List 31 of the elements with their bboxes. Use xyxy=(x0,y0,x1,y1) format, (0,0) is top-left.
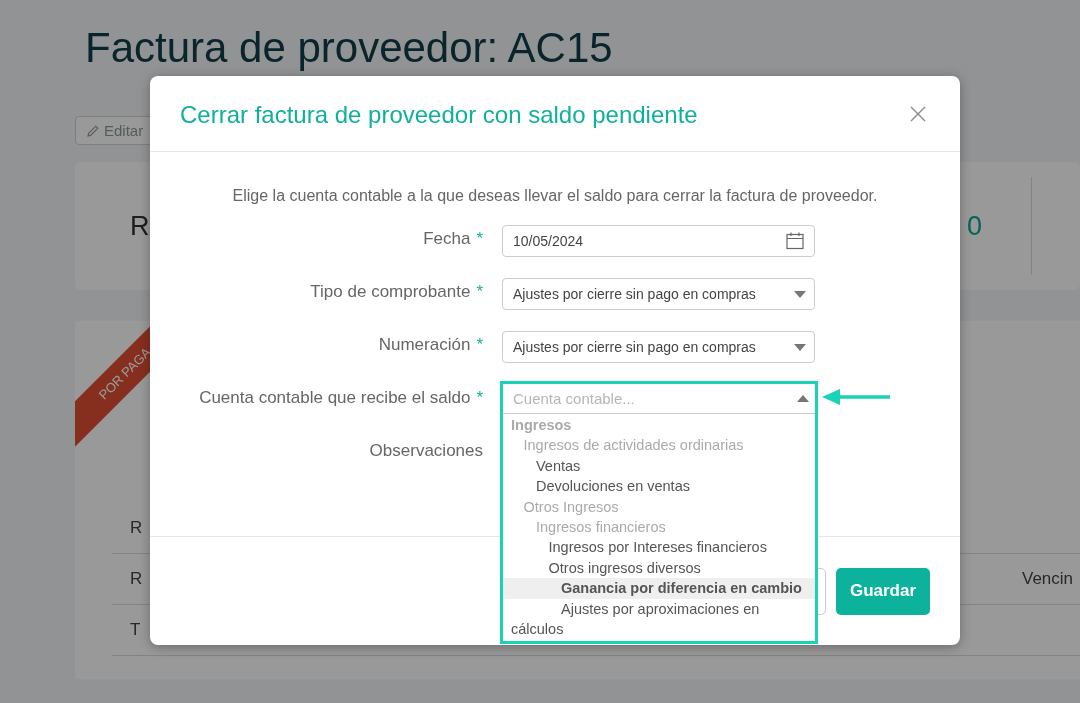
caret-down-icon xyxy=(794,343,806,351)
field-label: Tipo de comprobante xyxy=(310,281,471,303)
annotation-arrow-icon xyxy=(822,388,892,406)
dropdown-option: Ingresos xyxy=(503,415,815,436)
select-field[interactable]: Ajustes por cierre sin pago en compras xyxy=(502,278,815,310)
page-title: Factura de proveedor: AC15 xyxy=(85,23,614,73)
required-mark: * xyxy=(476,334,483,356)
dialog-instructions: Elige la cuenta contable a la que deseas llevar el saldo para cerrar la factura de proveedor. xyxy=(231,187,879,205)
row-label: R xyxy=(130,569,143,589)
required-mark: * xyxy=(476,228,483,250)
required-mark: * xyxy=(476,387,483,409)
field-label: Fecha xyxy=(423,228,471,250)
field-label: Cuenta contable que recibe el saldo xyxy=(199,387,471,409)
date-field[interactable]: 10/05/2024 xyxy=(502,225,815,257)
summary-text: R xyxy=(130,210,150,242)
pencil-icon xyxy=(86,123,100,138)
calendar-icon xyxy=(786,232,804,250)
dialog-title: Cerrar factura de proveedor con saldo pendiente xyxy=(180,100,698,129)
row-label: Vencin xyxy=(1022,569,1074,589)
summary-amount: 0 xyxy=(967,210,983,242)
required-mark: * xyxy=(476,281,483,303)
caret-up-icon xyxy=(797,395,809,402)
field-label: Numeración xyxy=(378,334,471,356)
dropdown-option: Otros Ingresos xyxy=(503,496,815,518)
select-field[interactable]: Ajustes por cierre sin pago en compras xyxy=(502,331,815,363)
field-label: Observaciones xyxy=(369,440,483,462)
dropdown-option: Ingresos financieros xyxy=(503,517,815,538)
dropdown-option: Ingresos de actividades ordinarias xyxy=(503,435,815,456)
row-label: R xyxy=(130,518,143,538)
close-icon[interactable] xyxy=(910,105,926,122)
row-label: T xyxy=(130,620,141,640)
